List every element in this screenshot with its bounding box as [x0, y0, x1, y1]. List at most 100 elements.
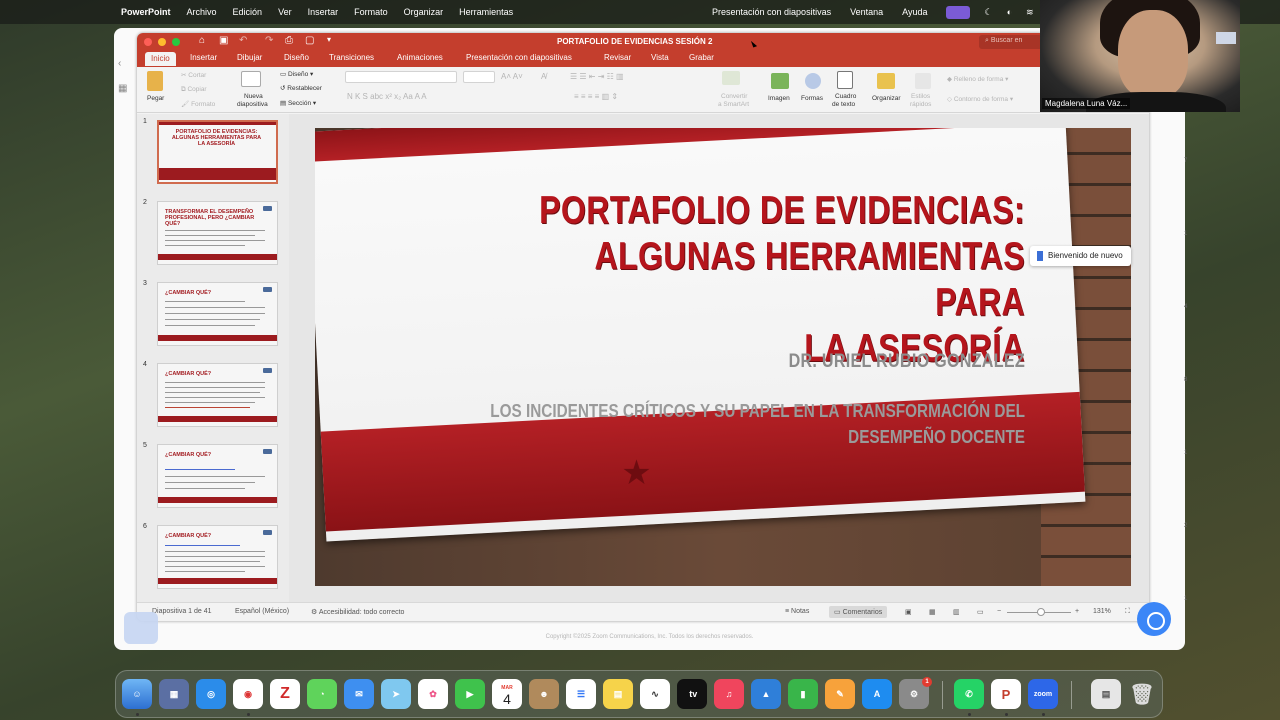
smartart-icon[interactable] — [722, 71, 740, 85]
textbox-label-1[interactable]: Cuadro — [835, 93, 856, 100]
copy-button[interactable]: ⧉ Copiar — [181, 86, 207, 94]
webcam-video-tile[interactable]: Magdalena Luna Váz... — [1040, 0, 1240, 112]
menu-presentacion[interactable]: Presentación con diapositivas — [712, 7, 831, 17]
image-icon[interactable] — [771, 73, 789, 89]
accessibility-status[interactable]: ⚙ Accesibilidad: todo correcto — [311, 608, 404, 616]
image-label[interactable]: Imagen — [768, 95, 790, 102]
font-size-buttons[interactable]: A˄ A˅ — [501, 72, 523, 81]
menu-organizar[interactable]: Organizar — [404, 7, 444, 17]
menu-edicion[interactable]: Edición — [233, 7, 263, 17]
shapes-label[interactable]: Formas — [801, 95, 823, 102]
print-icon[interactable]: ⎙ — [285, 35, 293, 46]
apple-icon[interactable] — [97, 5, 111, 19]
reset-button[interactable]: ↺ Restablecer — [280, 84, 322, 92]
numbers-icon[interactable]: ▮ — [788, 679, 818, 709]
documents-folder-icon[interactable]: ▤ — [1091, 679, 1121, 709]
minimize-button[interactable] — [158, 38, 166, 46]
fit-slide-icon[interactable]: ⛶ — [1125, 608, 1130, 616]
format-painter-button[interactable]: 🖌 Formato — [181, 100, 215, 108]
zoom-icon[interactable]: zoom — [1028, 679, 1058, 709]
cut-button[interactable]: ✂ Cortar — [181, 71, 206, 79]
new-slide-label-2[interactable]: diapositiva — [237, 101, 268, 108]
appstore-icon[interactable]: A — [862, 679, 892, 709]
zotero-icon[interactable]: Z — [270, 679, 300, 709]
textbox-icon[interactable] — [837, 71, 853, 89]
language-indicator[interactable]: Español (México) — [235, 608, 289, 615]
trash-icon[interactable]: 🗑 — [1127, 679, 1157, 709]
current-slide[interactable]: ★ PORTAFOLIO DE EVIDENCIAS: ALGUNAS HERR… — [315, 128, 1131, 586]
thumbnail-5[interactable]: 5 ¿CAMBIAR QUÉ? — [137, 440, 289, 512]
save-icon[interactable]: ▣ — [219, 35, 228, 46]
font-size-select[interactable] — [463, 71, 495, 83]
tab-diseno[interactable]: Diseño — [284, 53, 309, 62]
tab-presentacion[interactable]: Presentación con diapositivas — [466, 53, 572, 62]
home-icon[interactable]: ⌂ — [199, 35, 205, 46]
maps-icon[interactable]: ➤ — [381, 679, 411, 709]
thumbnail-image[interactable]: PORTAFOLIO DE EVIDENCIAS: ALGUNAS HERRAM… — [157, 120, 278, 184]
whatsapp-icon[interactable]: ✆ — [954, 679, 984, 709]
tab-animaciones[interactable]: Animaciones — [397, 53, 443, 62]
photos-icon[interactable]: ✿ — [418, 679, 448, 709]
menu-archivo[interactable]: Archivo — [187, 7, 217, 17]
layout-button[interactable]: ▭ Diseño ▾ — [280, 70, 313, 78]
reading-view-icon[interactable]: ▥ — [953, 608, 960, 616]
quick-styles-label-2[interactable]: rápidos — [910, 101, 931, 108]
paste-label[interactable]: Pegar — [147, 95, 164, 102]
thumbnail-image[interactable]: ¿CAMBIAR QUÉ? — [157, 525, 278, 589]
thumbnail-1[interactable]: 1 PORTAFOLIO DE EVIDENCIAS: ALGUNAS HERR… — [137, 116, 289, 188]
font-name-select[interactable] — [345, 71, 457, 83]
zoom-level[interactable]: 131% — [1093, 608, 1111, 615]
thumbnail-image[interactable]: ¿CAMBIAR QUÉ? — [157, 282, 278, 346]
thumbnail-3[interactable]: 3 ¿CAMBIAR QUÉ? — [137, 278, 289, 350]
menu-app-name[interactable]: PowerPoint — [121, 7, 171, 17]
align-buttons[interactable]: ≡ ≡ ≡ ≡ ▥ ⇕ — [574, 92, 618, 101]
slide-subtitle[interactable]: LOS INCIDENTES CRÍTICOS Y SU PAPEL EN LA… — [473, 398, 1025, 450]
pages-icon[interactable]: ✎ — [825, 679, 855, 709]
zoom-in-button[interactable]: + — [1075, 608, 1079, 615]
music-icon[interactable]: ♫ — [714, 679, 744, 709]
wifi-icon[interactable]: ≋ — [1026, 7, 1034, 18]
quick-styles-icon[interactable] — [915, 73, 931, 89]
finder-icon[interactable]: ☺ — [122, 679, 152, 709]
zoom-slider-thumb[interactable] — [1037, 608, 1045, 616]
comments-button[interactable]: ▭ Comentarios — [829, 606, 888, 618]
quick-styles-label-1[interactable]: Estilos — [911, 93, 930, 100]
notes-icon[interactable]: ▤ — [603, 679, 633, 709]
redo-icon[interactable]: ↷ — [265, 35, 273, 46]
shapes-icon[interactable] — [805, 73, 821, 89]
thumbnail-2[interactable]: 2 TRANSFORMAR EL DESEMPEÑO PROFESIONAL, … — [137, 197, 289, 269]
convert-smartart-label-1[interactable]: Convertir — [721, 93, 747, 100]
menu-ventana[interactable]: Ventana — [850, 7, 883, 17]
welcome-back-tooltip[interactable]: Bienvenido de nuevo — [1030, 246, 1131, 266]
slideshow-view-icon[interactable]: ▭ — [977, 608, 984, 616]
arrange-label[interactable]: Organizar — [872, 95, 901, 102]
mail-icon[interactable]: ✉ — [344, 679, 374, 709]
powerpoint-icon[interactable]: P — [991, 679, 1021, 709]
reminders-icon[interactable]: ☰ — [566, 679, 596, 709]
launchpad-icon[interactable]: ▦ — [159, 679, 189, 709]
moon-icon[interactable]: ☾ — [984, 7, 992, 18]
thumbnail-4[interactable]: 4 ¿CAMBIAR QUÉ? — [137, 359, 289, 431]
contacts-icon[interactable]: ☻ — [529, 679, 559, 709]
messages-icon[interactable]: ◔ — [307, 679, 337, 709]
new-doc-icon[interactable]: ▢ — [305, 35, 314, 46]
new-slide-label-1[interactable]: Nueva — [244, 93, 263, 100]
freeform-icon[interactable]: ∿ — [640, 679, 670, 709]
appletv-icon[interactable]: tv — [677, 679, 707, 709]
thumbnail-image[interactable]: ¿CAMBIAR QUÉ? — [157, 444, 278, 508]
close-button[interactable] — [144, 38, 152, 46]
tab-inicio[interactable]: Inicio — [145, 52, 176, 66]
back-icon[interactable]: ‹ — [118, 58, 134, 69]
calendar-icon[interactable]: MAR 4 — [492, 679, 522, 709]
menu-ver[interactable]: Ver — [278, 7, 292, 17]
shield-icon[interactable] — [124, 612, 158, 644]
slide-title[interactable]: PORTAFOLIO DE EVIDENCIAS: ALGUNAS HERRAM… — [517, 188, 1025, 372]
paste-icon[interactable] — [147, 71, 163, 91]
textbox-label-2[interactable]: de texto — [832, 101, 855, 108]
grid-icon[interactable]: ▦ — [118, 83, 134, 94]
thumbnail-6[interactable]: 6 ¿CAMBIAR QUÉ? — [137, 521, 289, 593]
sorter-view-icon[interactable]: ▦ — [929, 608, 936, 616]
list-buttons[interactable]: ☰ ☰ ⇤ ⇥ ☷ ▥ — [570, 72, 624, 81]
tab-transiciones[interactable]: Transiciones — [329, 53, 374, 62]
notes-button[interactable]: ≡ Notas — [785, 608, 809, 615]
